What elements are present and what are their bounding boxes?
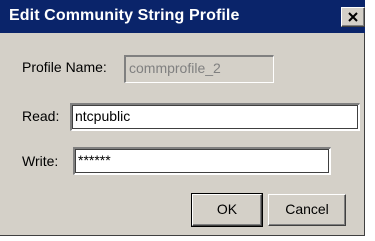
write-label: Write: [22, 153, 59, 169]
profile-name-field: commprofile_2 [124, 55, 274, 83]
write-password-field[interactable]: ****** [73, 147, 331, 175]
close-button[interactable] [341, 7, 365, 27]
ok-button[interactable]: OK [191, 193, 263, 227]
read-label: Read: [22, 108, 60, 124]
read-field[interactable]: ntcpublic [70, 103, 360, 131]
dialog-title: Edit Community String Profile [9, 7, 240, 24]
close-icon [348, 12, 358, 22]
profile-name-label: Profile Name: [22, 59, 107, 75]
title-bar[interactable]: Edit Community String Profile [0, 0, 365, 33]
edit-community-string-dialog: Edit Community String Profile Profile Na… [0, 0, 365, 236]
cancel-button[interactable]: Cancel [268, 194, 346, 226]
